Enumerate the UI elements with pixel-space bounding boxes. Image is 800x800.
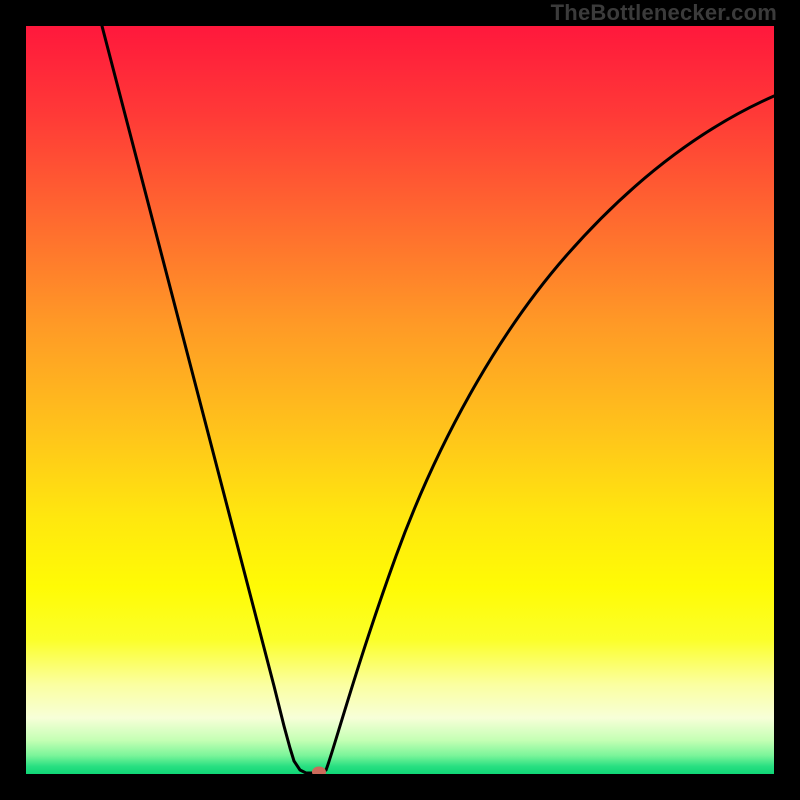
curve-right-branch <box>326 96 774 770</box>
watermark-text: TheBottlenecker.com <box>551 0 777 26</box>
chart-frame: { "watermark": { "text": "TheBottlenecke… <box>0 0 800 800</box>
curve-left-branch <box>102 26 326 773</box>
bottleneck-curve <box>26 26 774 774</box>
plot-area <box>26 26 774 774</box>
minimum-marker <box>312 767 326 775</box>
